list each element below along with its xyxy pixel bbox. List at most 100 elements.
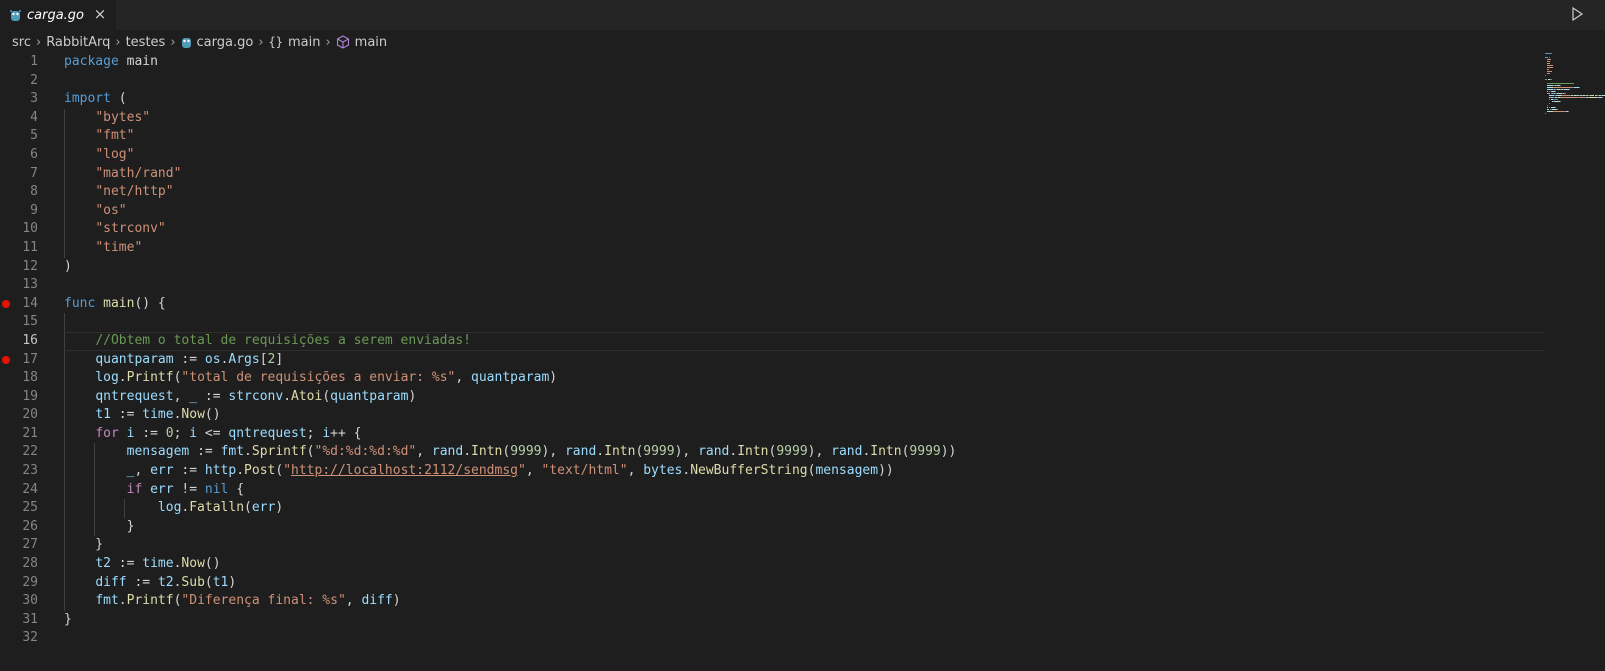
code-text: if err != nil { bbox=[64, 481, 244, 500]
code-line[interactable]: 6 "log" bbox=[0, 145, 1545, 165]
code-line[interactable]: 23 _, err := http.Post("http://localhost… bbox=[0, 462, 1545, 481]
minimap-stroke bbox=[1547, 65, 1554, 66]
line-number[interactable]: 12 bbox=[0, 258, 38, 277]
line-number[interactable]: 19 bbox=[0, 388, 38, 407]
code-token: "os" bbox=[95, 202, 127, 218]
code-line[interactable]: 7 "math/rand" bbox=[0, 164, 1545, 184]
line-number[interactable]: 8 bbox=[0, 183, 38, 202]
code-token: NewBufferString bbox=[690, 463, 808, 479]
line-number[interactable]: 23 bbox=[0, 462, 38, 481]
code-line[interactable]: 27 } bbox=[0, 536, 1545, 556]
line-number[interactable]: 28 bbox=[0, 555, 38, 574]
code-line[interactable]: 3 import ( bbox=[0, 90, 1545, 109]
code-line[interactable]: 12) bbox=[0, 258, 1545, 277]
line-number[interactable]: 10 bbox=[0, 220, 38, 239]
code-token: "fmt" bbox=[95, 128, 135, 144]
code-line[interactable]: 10 "strconv" bbox=[0, 220, 1545, 239]
line-number[interactable]: 7 bbox=[0, 165, 38, 184]
code-token: Intn bbox=[604, 444, 636, 460]
code-line[interactable]: 16 //Obtem o total de requisições a sere… bbox=[0, 331, 1545, 351]
code-line[interactable]: 5 "fmt" bbox=[0, 127, 1545, 146]
minimap-stroke bbox=[1547, 85, 1553, 86]
line-number[interactable]: 26 bbox=[0, 518, 38, 537]
code-editor[interactable]: 1 package main 2 3 import (4 "bytes" 5 "fmt" 6… bbox=[0, 53, 1545, 671]
code-line[interactable]: 2 bbox=[0, 72, 1545, 91]
line-number[interactable]: 15 bbox=[0, 313, 38, 332]
code-line[interactable]: 32 bbox=[0, 629, 1545, 648]
code-line[interactable]: 30 fmt.Printf("Diferença final: %s", dif… bbox=[0, 592, 1545, 611]
close-icon[interactable]: × bbox=[92, 6, 108, 22]
code-line[interactable]: 11 "time" bbox=[0, 238, 1545, 258]
line-number[interactable]: 2 bbox=[0, 72, 38, 91]
line-number[interactable]: 17 bbox=[0, 351, 38, 370]
line-number[interactable]: 14 bbox=[0, 295, 38, 314]
breadcrumb-carga-go[interactable]: carga.go bbox=[197, 35, 254, 50]
line-number[interactable]: 5 bbox=[0, 127, 38, 146]
minimap-stroke bbox=[1547, 67, 1553, 68]
code-token: Now bbox=[181, 556, 205, 572]
line-number[interactable]: 16 bbox=[0, 332, 38, 351]
code-token: t1 bbox=[95, 407, 111, 423]
code-line[interactable]: 22 mensagem := fmt.Sprintf("%d:%d:%d:%d"… bbox=[0, 443, 1545, 463]
code-token: ( bbox=[275, 463, 284, 479]
line-number[interactable]: 3 bbox=[0, 90, 38, 109]
code-token: ( bbox=[322, 388, 331, 404]
line-number[interactable]: 30 bbox=[0, 592, 38, 611]
code-line[interactable]: 14 func main() { bbox=[0, 295, 1545, 314]
code-line[interactable]: 17 quantparam := os.Args[2] bbox=[0, 350, 1545, 370]
code-token: . bbox=[596, 444, 605, 460]
breadcrumb-testes[interactable]: testes bbox=[126, 35, 166, 50]
code-token: := bbox=[110, 556, 143, 572]
code-line[interactable]: 28 t2 := time.Now() bbox=[0, 555, 1545, 574]
code-line[interactable]: 29 diff := t2.Sub(t1) bbox=[0, 573, 1545, 593]
code-text: fmt.Printf("Diferença final: %s", diff) bbox=[64, 592, 400, 611]
code-line[interactable]: 4 "bytes" bbox=[0, 108, 1545, 128]
code-token: log bbox=[95, 370, 119, 386]
line-number[interactable]: 32 bbox=[0, 629, 38, 648]
code-token: <= bbox=[197, 425, 229, 441]
code-line[interactable]: 24 if err != nil { bbox=[0, 480, 1545, 500]
line-number[interactable]: 4 bbox=[0, 109, 38, 128]
code-line[interactable]: 26 } bbox=[0, 517, 1545, 537]
code-token: . bbox=[118, 593, 127, 609]
line-number[interactable]: 29 bbox=[0, 574, 38, 593]
breadcrumb-main-func[interactable]: main bbox=[355, 35, 387, 50]
breadcrumb-main-package[interactable]: main bbox=[288, 35, 320, 50]
breadcrumb-rabbitarq[interactable]: RabbitArq bbox=[46, 35, 110, 50]
line-number[interactable]: 22 bbox=[0, 443, 38, 462]
code-line[interactable]: 1 package main bbox=[0, 53, 1545, 72]
line-number[interactable]: 27 bbox=[0, 536, 38, 555]
code-line[interactable]: 8 "net/http" bbox=[0, 183, 1545, 202]
breadcrumb-src[interactable]: src bbox=[12, 35, 31, 50]
line-number[interactable]: 11 bbox=[0, 239, 38, 258]
code-token: "strconv" bbox=[95, 221, 166, 237]
code-line[interactable]: 9 "os" bbox=[0, 201, 1545, 221]
code-token: != bbox=[173, 481, 205, 497]
line-number[interactable]: 13 bbox=[0, 276, 38, 295]
indent-guide bbox=[64, 313, 65, 332]
line-number[interactable]: 21 bbox=[0, 425, 38, 444]
run-icon[interactable] bbox=[1569, 6, 1585, 22]
code-line[interactable]: 19 qntrequest, _ := strconv.Atoi(quantpa… bbox=[0, 387, 1545, 407]
line-number[interactable]: 1 bbox=[0, 53, 38, 72]
code-line[interactable]: 13 bbox=[0, 276, 1545, 295]
line-number[interactable]: 31 bbox=[0, 611, 38, 630]
vertical-scrollbar[interactable] bbox=[1591, 53, 1605, 671]
line-number[interactable]: 6 bbox=[0, 146, 38, 165]
code-line[interactable]: 25 log.Fatalln(err) bbox=[0, 499, 1545, 518]
minimap-stroke bbox=[1547, 63, 1550, 64]
code-line[interactable]: 18 log.Printf("total de requisições a en… bbox=[0, 369, 1545, 388]
code-text: t2 := time.Now() bbox=[64, 555, 220, 574]
line-number[interactable]: 9 bbox=[0, 202, 38, 221]
code-line[interactable]: 31} bbox=[0, 611, 1545, 630]
code-line[interactable]: 20 t1 := time.Now() bbox=[0, 406, 1545, 425]
code-text: func main() { bbox=[64, 295, 166, 314]
code-line[interactable]: 21 for i := 0; i <= qntrequest; i++ { bbox=[0, 424, 1545, 444]
line-number[interactable]: 20 bbox=[0, 406, 38, 425]
line-number[interactable]: 24 bbox=[0, 481, 38, 500]
line-number[interactable]: 18 bbox=[0, 369, 38, 388]
line-number[interactable]: 25 bbox=[0, 499, 38, 518]
code-line[interactable]: 15 bbox=[0, 313, 1545, 332]
